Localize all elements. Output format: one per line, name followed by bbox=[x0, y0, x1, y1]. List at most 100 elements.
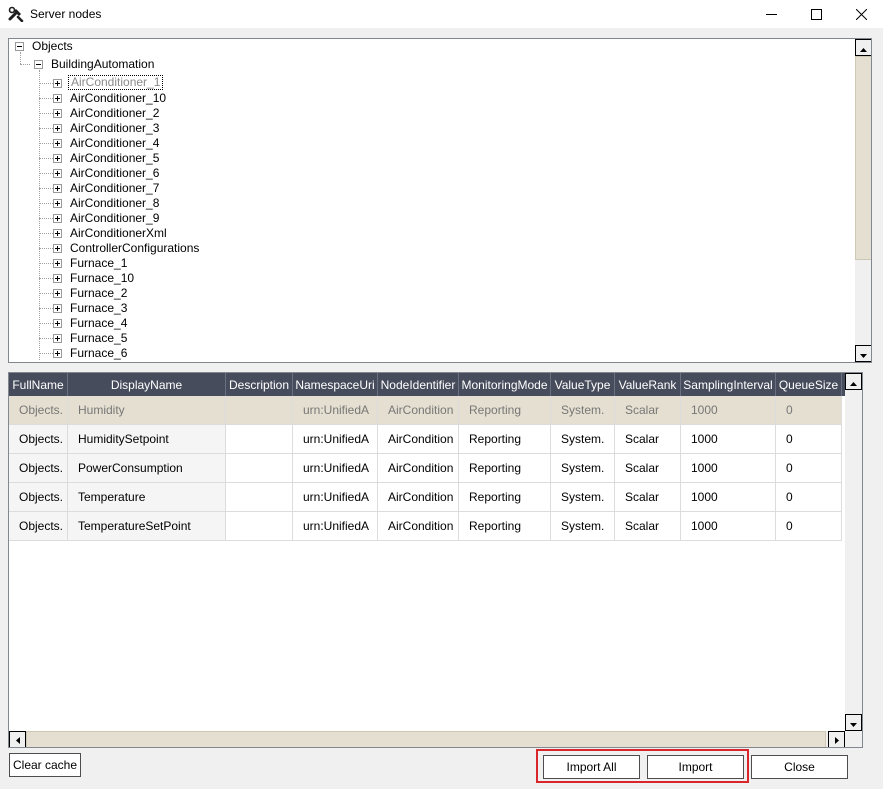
table-cell[interactable]: Reporting bbox=[459, 512, 551, 541]
table-cell[interactable]: Reporting bbox=[459, 425, 551, 454]
collapse-icon[interactable] bbox=[15, 42, 24, 51]
expand-icon[interactable] bbox=[53, 259, 62, 268]
expand-icon[interactable] bbox=[53, 94, 62, 103]
table-cell[interactable] bbox=[226, 483, 293, 512]
expand-icon[interactable] bbox=[53, 319, 62, 328]
expand-icon[interactable] bbox=[53, 289, 62, 298]
table-cell[interactable]: Scalar bbox=[615, 454, 681, 483]
table-cell[interactable]: 1000 bbox=[681, 425, 776, 454]
table-cell[interactable]: AirCondition bbox=[378, 396, 459, 425]
table-cell[interactable]: System. bbox=[551, 396, 615, 425]
close-button[interactable]: Close bbox=[751, 755, 848, 779]
table-cell[interactable]: Objects. bbox=[9, 454, 68, 483]
expand-icon[interactable] bbox=[53, 274, 62, 283]
table-cell[interactable]: 1000 bbox=[681, 512, 776, 541]
grid-horizontal-scrollbar[interactable] bbox=[9, 731, 845, 747]
table-cell[interactable]: Reporting bbox=[459, 454, 551, 483]
table-cell[interactable]: System. bbox=[551, 454, 615, 483]
table-cell[interactable]: 1000 bbox=[681, 454, 776, 483]
maximize-button[interactable] bbox=[793, 0, 839, 28]
table-cell[interactable]: 0 bbox=[776, 396, 842, 425]
table-cell[interactable]: AirCondition bbox=[378, 483, 459, 512]
expand-icon[interactable] bbox=[53, 139, 62, 148]
expand-icon[interactable] bbox=[53, 124, 62, 133]
table-cell[interactable]: 0 bbox=[776, 425, 842, 454]
column-header[interactable]: SamplingInterval bbox=[681, 373, 776, 396]
table-cell[interactable]: 0 bbox=[776, 454, 842, 483]
scroll-down-button[interactable] bbox=[845, 714, 862, 731]
column-header[interactable]: ValueType bbox=[551, 373, 615, 396]
table-cell[interactable]: AirCondition bbox=[378, 512, 459, 541]
expand-icon[interactable] bbox=[53, 229, 62, 238]
table-cell[interactable]: urn:UnifiedA bbox=[293, 454, 378, 483]
table-cell[interactable]: Scalar bbox=[615, 512, 681, 541]
close-window-button[interactable] bbox=[838, 0, 883, 28]
table-cell[interactable]: urn:UnifiedA bbox=[293, 512, 378, 541]
expand-icon[interactable] bbox=[53, 349, 62, 358]
table-cell[interactable] bbox=[226, 396, 293, 425]
expand-icon[interactable] bbox=[53, 169, 62, 178]
table-cell[interactable] bbox=[226, 512, 293, 541]
table-cell[interactable] bbox=[226, 425, 293, 454]
column-header[interactable]: FullName bbox=[9, 373, 68, 396]
expand-icon[interactable] bbox=[53, 184, 62, 193]
collapse-icon[interactable] bbox=[34, 60, 43, 69]
table-cell[interactable]: 0 bbox=[776, 512, 842, 541]
grid-vertical-scrollbar[interactable] bbox=[845, 373, 862, 731]
scroll-right-button[interactable] bbox=[828, 731, 845, 747]
table-cell[interactable]: Scalar bbox=[615, 483, 681, 512]
server-nodes-tree[interactable]: Objects BuildingAutomation AirConditione… bbox=[8, 38, 872, 363]
import-button[interactable]: Import bbox=[647, 755, 744, 779]
nodes-data-grid[interactable]: FullName DisplayName Description NamespaceU… bbox=[8, 372, 863, 748]
scroll-left-button[interactable] bbox=[9, 731, 26, 747]
column-header[interactable]: MonitoringMode bbox=[459, 373, 551, 396]
clear-cache-button[interactable]: Clear cache bbox=[9, 753, 81, 777]
scroll-thumb[interactable] bbox=[26, 731, 826, 747]
table-cell[interactable]: 0 bbox=[776, 483, 842, 512]
table-cell[interactable]: 1000 bbox=[681, 396, 776, 425]
expand-icon[interactable] bbox=[53, 214, 62, 223]
table-cell[interactable]: AirCondition bbox=[378, 425, 459, 454]
table-cell[interactable]: urn:UnifiedA bbox=[293, 396, 378, 425]
table-cell[interactable]: Objects. bbox=[9, 512, 68, 541]
table-cell[interactable]: System. bbox=[551, 512, 615, 541]
table-cell[interactable]: Temperature bbox=[68, 483, 226, 512]
column-header[interactable]: NodeIdentifier bbox=[378, 373, 459, 396]
scroll-up-button[interactable] bbox=[855, 39, 871, 56]
table-cell[interactable]: Objects. bbox=[9, 483, 68, 512]
table-cell[interactable]: Objects. bbox=[9, 425, 68, 454]
tree-vertical-scrollbar[interactable] bbox=[855, 39, 871, 362]
table-cell[interactable]: PowerConsumption bbox=[68, 454, 226, 483]
table-cell[interactable]: Scalar bbox=[615, 425, 681, 454]
expand-icon[interactable] bbox=[53, 199, 62, 208]
expand-icon[interactable] bbox=[53, 79, 62, 88]
table-cell[interactable]: urn:UnifiedA bbox=[293, 425, 378, 454]
table-cell[interactable]: System. bbox=[551, 425, 615, 454]
scroll-down-button[interactable] bbox=[855, 345, 871, 362]
import-all-button[interactable]: Import All bbox=[543, 755, 640, 779]
table-cell[interactable]: HumiditySetpoint bbox=[68, 425, 226, 454]
table-cell[interactable]: Scalar bbox=[615, 396, 681, 425]
table-cell[interactable]: urn:UnifiedA bbox=[293, 483, 378, 512]
table-cell[interactable]: Reporting bbox=[459, 396, 551, 425]
table-cell[interactable]: Humidity bbox=[68, 396, 226, 425]
expand-icon[interactable] bbox=[53, 244, 62, 253]
column-header[interactable]: NamespaceUri bbox=[293, 373, 378, 396]
scroll-up-button[interactable] bbox=[845, 373, 862, 390]
table-cell[interactable]: Reporting bbox=[459, 483, 551, 512]
table-cell[interactable]: Objects. bbox=[9, 396, 68, 425]
column-header[interactable]: ValueRank bbox=[615, 373, 681, 396]
minimize-button[interactable] bbox=[748, 0, 794, 28]
table-cell[interactable]: TemperatureSetPoint bbox=[68, 512, 226, 541]
column-header[interactable]: QueueSize bbox=[776, 373, 842, 396]
column-header[interactable]: Description bbox=[226, 373, 293, 396]
scroll-thumb[interactable] bbox=[855, 56, 871, 260]
table-cell[interactable]: 1000 bbox=[681, 483, 776, 512]
expand-icon[interactable] bbox=[53, 109, 62, 118]
table-cell[interactable]: AirCondition bbox=[378, 454, 459, 483]
expand-icon[interactable] bbox=[53, 304, 62, 313]
table-cell[interactable] bbox=[226, 454, 293, 483]
column-header[interactable]: DisplayName bbox=[68, 373, 226, 396]
expand-icon[interactable] bbox=[53, 154, 62, 163]
table-cell[interactable]: System. bbox=[551, 483, 615, 512]
